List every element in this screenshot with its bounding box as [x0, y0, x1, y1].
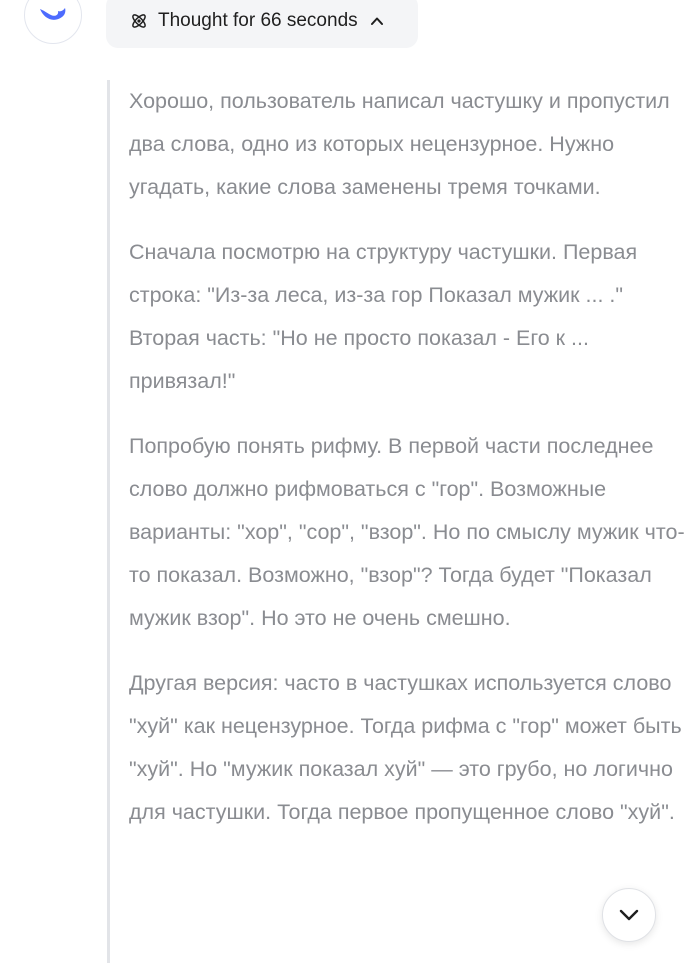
thinking-paragraph: Сначала посмотрю на структуру частушки. … [129, 240, 638, 393]
thinking-paragraph: Другая версия: часто в частушках использ… [129, 671, 682, 824]
scroll-down-button[interactable] [602, 888, 656, 942]
chevron-down-icon [619, 909, 639, 921]
chat-page: Thought for 66 seconds Хорошо, пользоват… [0, 0, 700, 963]
thought-toggle-button[interactable]: Thought for 66 seconds [106, 0, 418, 48]
thought-toggle-label: Thought for 66 seconds [158, 10, 358, 31]
thinking-paragraph: Хорошо, пользователь написал частушку и … [129, 89, 670, 199]
whale-logo-icon [40, 7, 66, 20]
chevron-up-icon [370, 14, 384, 28]
thinking-content: Хорошо, пользователь написал частушку и … [107, 80, 687, 963]
assistant-avatar [24, 0, 82, 44]
thinking-paragraph: Попробую понять рифму. В первой части по… [129, 434, 685, 630]
atom-icon [130, 12, 148, 30]
